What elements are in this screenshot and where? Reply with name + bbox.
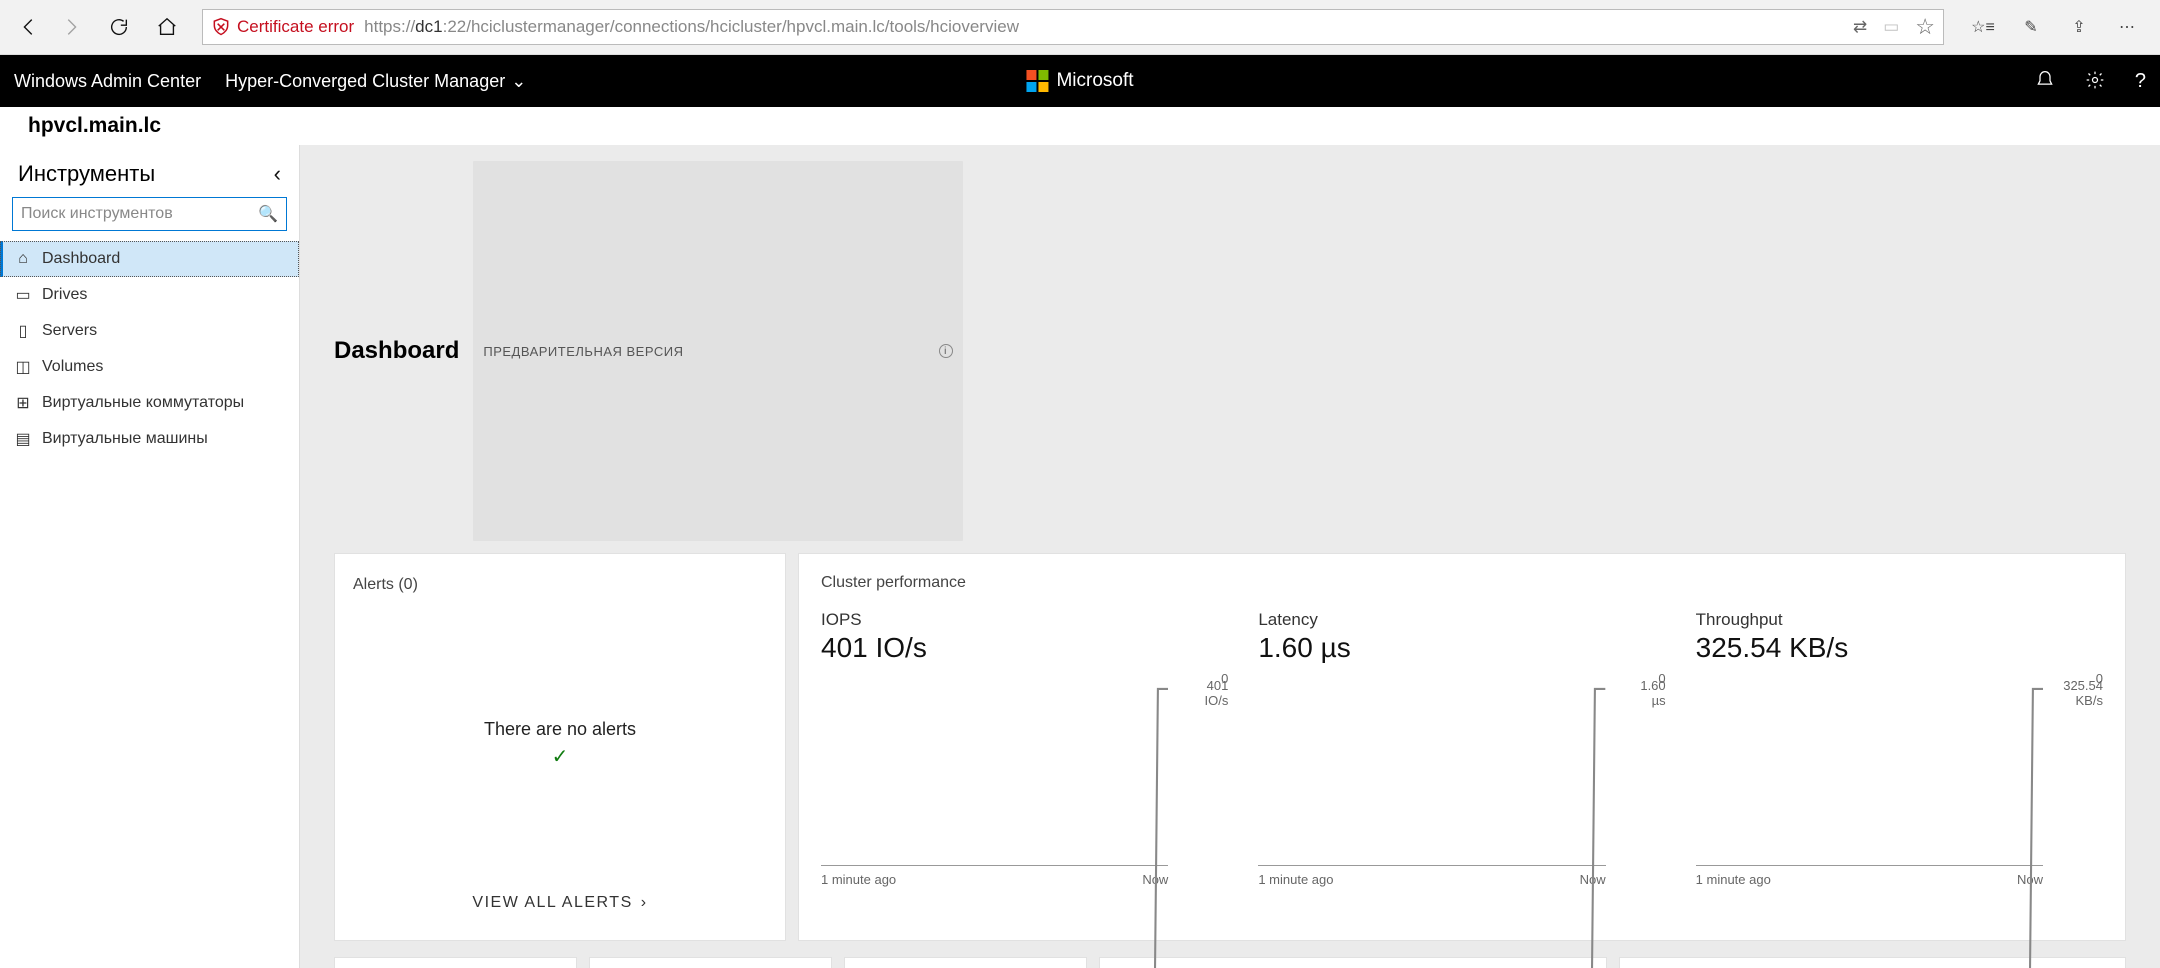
sidebar-item-servers[interactable]: ▯Servers bbox=[0, 313, 299, 349]
latency-metric: Latency 1.60 µs 1.60 µs0 1 minute agoNow bbox=[1258, 610, 1665, 887]
search-icon: 🔍 bbox=[258, 204, 278, 224]
home-button[interactable] bbox=[146, 6, 188, 48]
host-name: hpvcl.main.lc bbox=[0, 107, 2160, 145]
notifications-button[interactable] bbox=[2035, 70, 2055, 93]
microsoft-logo-icon bbox=[1026, 70, 1048, 92]
alerts-title: Alerts (0) bbox=[353, 576, 767, 594]
server-icon: ▯ bbox=[14, 321, 32, 341]
refresh-button[interactable] bbox=[98, 6, 140, 48]
sidebar-item-virtual-switches[interactable]: ⊞Виртуальные коммутаторы bbox=[0, 385, 299, 421]
admin-center-title: Windows Admin Center bbox=[14, 71, 201, 92]
cluster-manager-dropdown[interactable]: Hyper-Converged Cluster Manager ⌄ bbox=[225, 71, 526, 92]
chevron-down-icon: ⌄ bbox=[511, 71, 526, 92]
certificate-warning: Certificate error bbox=[211, 17, 354, 37]
info-icon: i bbox=[939, 344, 953, 358]
help-button[interactable]: ? bbox=[2135, 70, 2146, 93]
certificate-error-text: Certificate error bbox=[237, 17, 354, 37]
iops-metric: IOPS 401 IO/s 401 IO/s0 1 minute agoNow bbox=[821, 610, 1228, 887]
home-icon: ⌂ bbox=[14, 250, 32, 268]
volume-icon: ◫ bbox=[14, 357, 32, 377]
sidebar: Инструменты ‹ Поиск инструментов 🔍 ⌂Dash… bbox=[0, 145, 300, 968]
drive-icon: ▭ bbox=[14, 285, 32, 305]
forward-button[interactable] bbox=[50, 6, 92, 48]
sidebar-item-virtual-machines[interactable]: ▤Виртуальные машины bbox=[0, 421, 299, 457]
sidebar-title: Инструменты bbox=[18, 161, 155, 187]
cpu-usage-card: CPU usagei Total (51%) 51%of 9.98 GHz bbox=[334, 957, 577, 968]
alerts-card: Alerts (0) There are no alerts ✓ VIEW AL… bbox=[334, 553, 786, 941]
main-content: Dashboard ПРЕДВАРИТЕЛЬНАЯ ВЕРСИЯi Alerts… bbox=[300, 145, 2160, 968]
sidebar-item-volumes[interactable]: ◫Volumes bbox=[0, 349, 299, 385]
chevron-right-icon: › bbox=[641, 894, 648, 912]
no-alerts-message: There are no alerts bbox=[484, 719, 636, 740]
app-header: Windows Admin Center Hyper-Converged Clu… bbox=[0, 55, 2160, 107]
latency-value: 1.60 µs bbox=[1258, 632, 1665, 664]
browser-right-actions: ☆≡ ✎ ⇪ ⋯ bbox=[1958, 17, 2152, 37]
browser-toolbar: Certificate error https://dc1:22/hciclus… bbox=[0, 0, 2160, 55]
address-bar[interactable]: Certificate error https://dc1:22/hciclus… bbox=[202, 9, 1944, 45]
page-title: Dashboard bbox=[334, 337, 459, 365]
sidebar-item-drives[interactable]: ▭Drives bbox=[0, 277, 299, 313]
switch-icon: ⊞ bbox=[14, 393, 32, 413]
cluster-performance-card: Cluster performance IOPS 401 IO/s 401 IO… bbox=[798, 553, 2126, 941]
share-icon[interactable]: ⇪ bbox=[2066, 17, 2092, 37]
sidebar-item-dashboard[interactable]: ⌂Dashboard bbox=[0, 241, 299, 277]
shield-error-icon bbox=[211, 17, 231, 37]
notes-icon[interactable]: ✎ bbox=[2018, 17, 2044, 37]
favorite-star-icon[interactable]: ☆ bbox=[1915, 14, 1935, 40]
microsoft-brand: Microsoft bbox=[1026, 70, 1133, 92]
throughput-chart bbox=[1696, 682, 2043, 866]
memory-usage-card: Memory usagei Total (23.5%) 23.5%of 9.81… bbox=[589, 957, 832, 968]
reading-view-icon[interactable]: ▭ bbox=[1883, 17, 1899, 37]
url-text: https://dc1:22/hciclustermanager/connect… bbox=[364, 17, 1019, 37]
settings-button[interactable] bbox=[2085, 70, 2105, 93]
throughput-metric: Throughput 325.54 KB/s 325.54 KB/s0 1 mi… bbox=[1696, 610, 2103, 887]
search-placeholder: Поиск инструментов bbox=[21, 205, 173, 223]
translate-icon[interactable]: ⇄ bbox=[1853, 17, 1867, 37]
latency-chart bbox=[1258, 682, 1605, 866]
check-icon: ✓ bbox=[552, 744, 569, 769]
iops-value: 401 IO/s bbox=[821, 632, 1228, 664]
more-icon[interactable]: ⋯ bbox=[2114, 17, 2140, 37]
iops-chart bbox=[821, 682, 1168, 866]
preview-badge: ПРЕДВАРИТЕЛЬНАЯ ВЕРСИЯi bbox=[473, 161, 962, 541]
search-input[interactable]: Поиск инструментов 🔍 bbox=[12, 197, 287, 231]
collapse-sidebar-button[interactable]: ‹ bbox=[274, 161, 281, 187]
view-all-alerts-link[interactable]: VIEW ALL ALERTS› bbox=[353, 894, 767, 912]
back-button[interactable] bbox=[8, 6, 50, 48]
favorites-list-icon[interactable]: ☆≡ bbox=[1970, 17, 1996, 37]
vm-icon: ▤ bbox=[14, 429, 32, 449]
cluster-performance-title: Cluster performance bbox=[821, 574, 2103, 592]
throughput-value: 325.54 KB/s bbox=[1696, 632, 2103, 664]
